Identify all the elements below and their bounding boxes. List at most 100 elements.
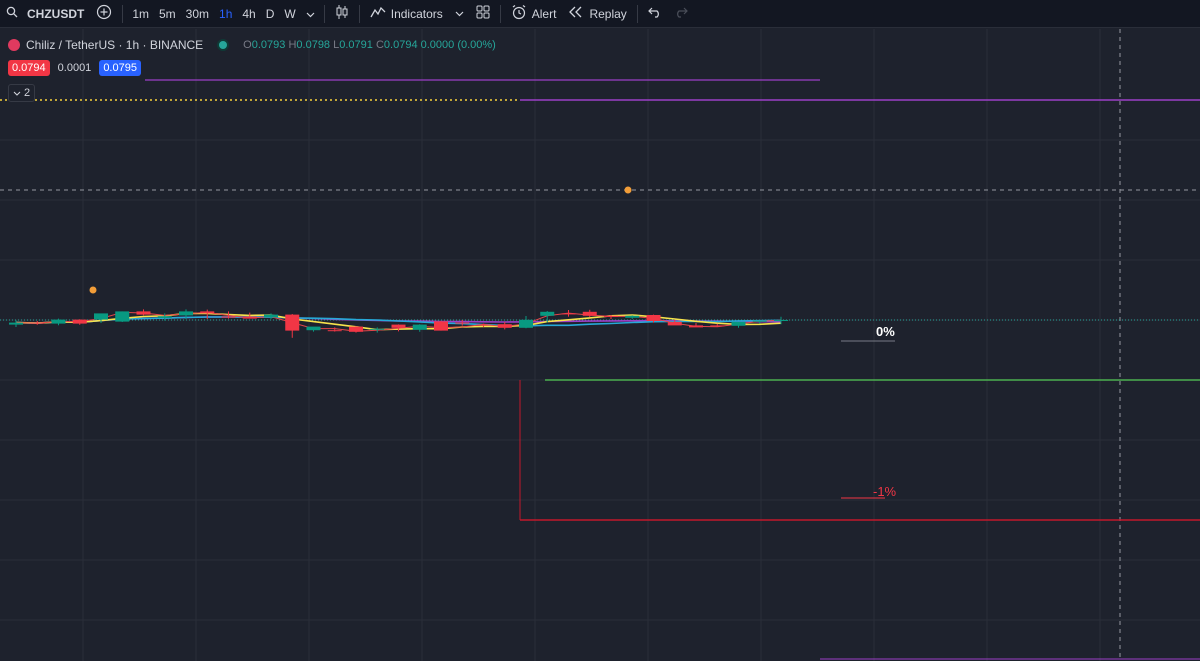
compare-button[interactable] <box>90 0 118 28</box>
replay-label: Replay <box>589 6 627 21</box>
alarm-clock-icon <box>511 4 527 23</box>
undo-button[interactable] <box>642 0 668 28</box>
candle <box>625 315 640 319</box>
search-icon <box>6 6 18 21</box>
timeframe-1m[interactable]: 1m <box>127 7 154 21</box>
candles-icon <box>335 4 349 23</box>
timeframe-4h[interactable]: 4h <box>237 7 260 21</box>
timeframe-d[interactable]: D <box>261 7 280 21</box>
indicators-collapse-toggle[interactable]: 2 <box>8 84 36 102</box>
candle-body <box>667 321 682 326</box>
timeframe-1h[interactable]: 1h <box>214 7 237 21</box>
alert-button[interactable]: Alert <box>505 0 563 28</box>
candle-body <box>476 324 491 326</box>
close-label: C <box>375 39 384 51</box>
buy-price-button[interactable]: 0.0795 <box>99 60 141 76</box>
chevron-down-icon <box>306 12 315 17</box>
toolbar-divider <box>358 4 360 23</box>
symbol-search[interactable]: CHZUSDT <box>0 0 90 28</box>
high-value: 0.0798 <box>296 39 331 51</box>
candle <box>9 320 23 327</box>
candle <box>30 321 45 325</box>
close-value: 0.0794 0.0000 (0.00%) <box>383 39 496 51</box>
redo-icon <box>674 6 688 21</box>
drawing-lines <box>0 29 1200 661</box>
replay-button[interactable]: Replay <box>562 0 632 28</box>
grid-icon <box>476 5 490 22</box>
timeframe-group: 1m 5m 30m 1h 4h D W <box>127 7 319 21</box>
candle-body <box>306 326 321 331</box>
rewind-icon <box>568 6 584 21</box>
candle-body <box>370 328 385 330</box>
candle <box>72 319 87 325</box>
candle-body <box>625 315 640 318</box>
indicators-dropdown[interactable] <box>449 0 470 28</box>
chart-legend: Chiliz / TetherUS · 1h · BINANCE O0.0793… <box>8 38 496 52</box>
zero-percent-label: 0% <box>876 324 895 339</box>
candle <box>519 316 533 329</box>
candle-body <box>689 325 703 328</box>
timeframe-30m[interactable]: 30m <box>181 7 214 21</box>
candle-body <box>710 325 725 327</box>
toolbar-divider <box>122 4 124 23</box>
chart-pane[interactable]: 0% -1% <box>0 29 1200 661</box>
ohlc-values: O0.0793 H0.0798 L0.0791 C0.0794 0.0000 (… <box>243 39 496 51</box>
toolbar-divider <box>636 4 638 23</box>
candle-body <box>455 322 470 324</box>
open-value: 0.0793 <box>251 39 286 51</box>
candle-body <box>242 316 257 319</box>
timeframe-dropdown[interactable] <box>301 7 320 21</box>
price-chart[interactable]: 0% -1% <box>0 29 1200 661</box>
indicators-button[interactable]: Indicators <box>364 0 449 28</box>
legend-title[interactable]: Chiliz / TetherUS · 1h · BINANCE <box>26 38 203 52</box>
candle-body <box>391 324 406 328</box>
candle-body <box>51 319 66 324</box>
candle-body <box>519 319 533 328</box>
candle-body <box>72 319 87 324</box>
minus-one-percent-label: -1% <box>873 484 897 499</box>
candle-body <box>752 320 767 322</box>
symbol-label: CHZUSDT <box>27 6 85 21</box>
signal-dot <box>624 186 632 194</box>
candle-body <box>30 322 45 324</box>
candle-body <box>115 311 130 322</box>
candle-body <box>604 315 618 317</box>
undo-icon <box>647 6 662 21</box>
candle-body <box>540 311 555 316</box>
candle <box>115 311 130 322</box>
candle-body <box>157 316 172 318</box>
candle-body <box>200 311 215 314</box>
candle <box>434 321 448 331</box>
candle-body <box>412 324 427 330</box>
sell-price-button[interactable]: 0.0794 <box>8 60 50 76</box>
candle-body <box>221 316 236 318</box>
market-open-icon <box>217 39 230 51</box>
candle-body <box>561 313 576 315</box>
markers <box>89 186 632 294</box>
candle-body <box>497 324 512 328</box>
layouts-button[interactable] <box>470 0 496 28</box>
candle-body <box>94 313 108 320</box>
trade-price-boxes: 0.0794 0.0001 0.0795 <box>8 60 141 76</box>
toolbar-divider <box>323 4 325 23</box>
timeframe-w[interactable]: W <box>279 7 300 21</box>
chevron-down-icon <box>455 11 464 16</box>
candle-body <box>179 311 193 316</box>
plus-circle-icon <box>96 4 112 23</box>
candle-body <box>731 321 746 326</box>
timeframe-5m[interactable]: 5m <box>154 7 181 21</box>
chevron-down-icon <box>13 91 21 96</box>
candle <box>497 321 512 330</box>
collapsed-count: 2 <box>24 87 31 99</box>
candle-body <box>327 330 342 332</box>
toolbar-divider <box>499 4 501 23</box>
candle-body <box>434 321 448 331</box>
candle-body <box>349 326 363 332</box>
candle <box>582 309 597 317</box>
candle <box>412 324 427 332</box>
redo-button[interactable] <box>668 0 694 28</box>
chart-type-button[interactable] <box>329 0 355 28</box>
chart-grid <box>0 29 1200 661</box>
candle-body <box>264 314 278 318</box>
chiliz-logo-icon <box>8 39 20 51</box>
